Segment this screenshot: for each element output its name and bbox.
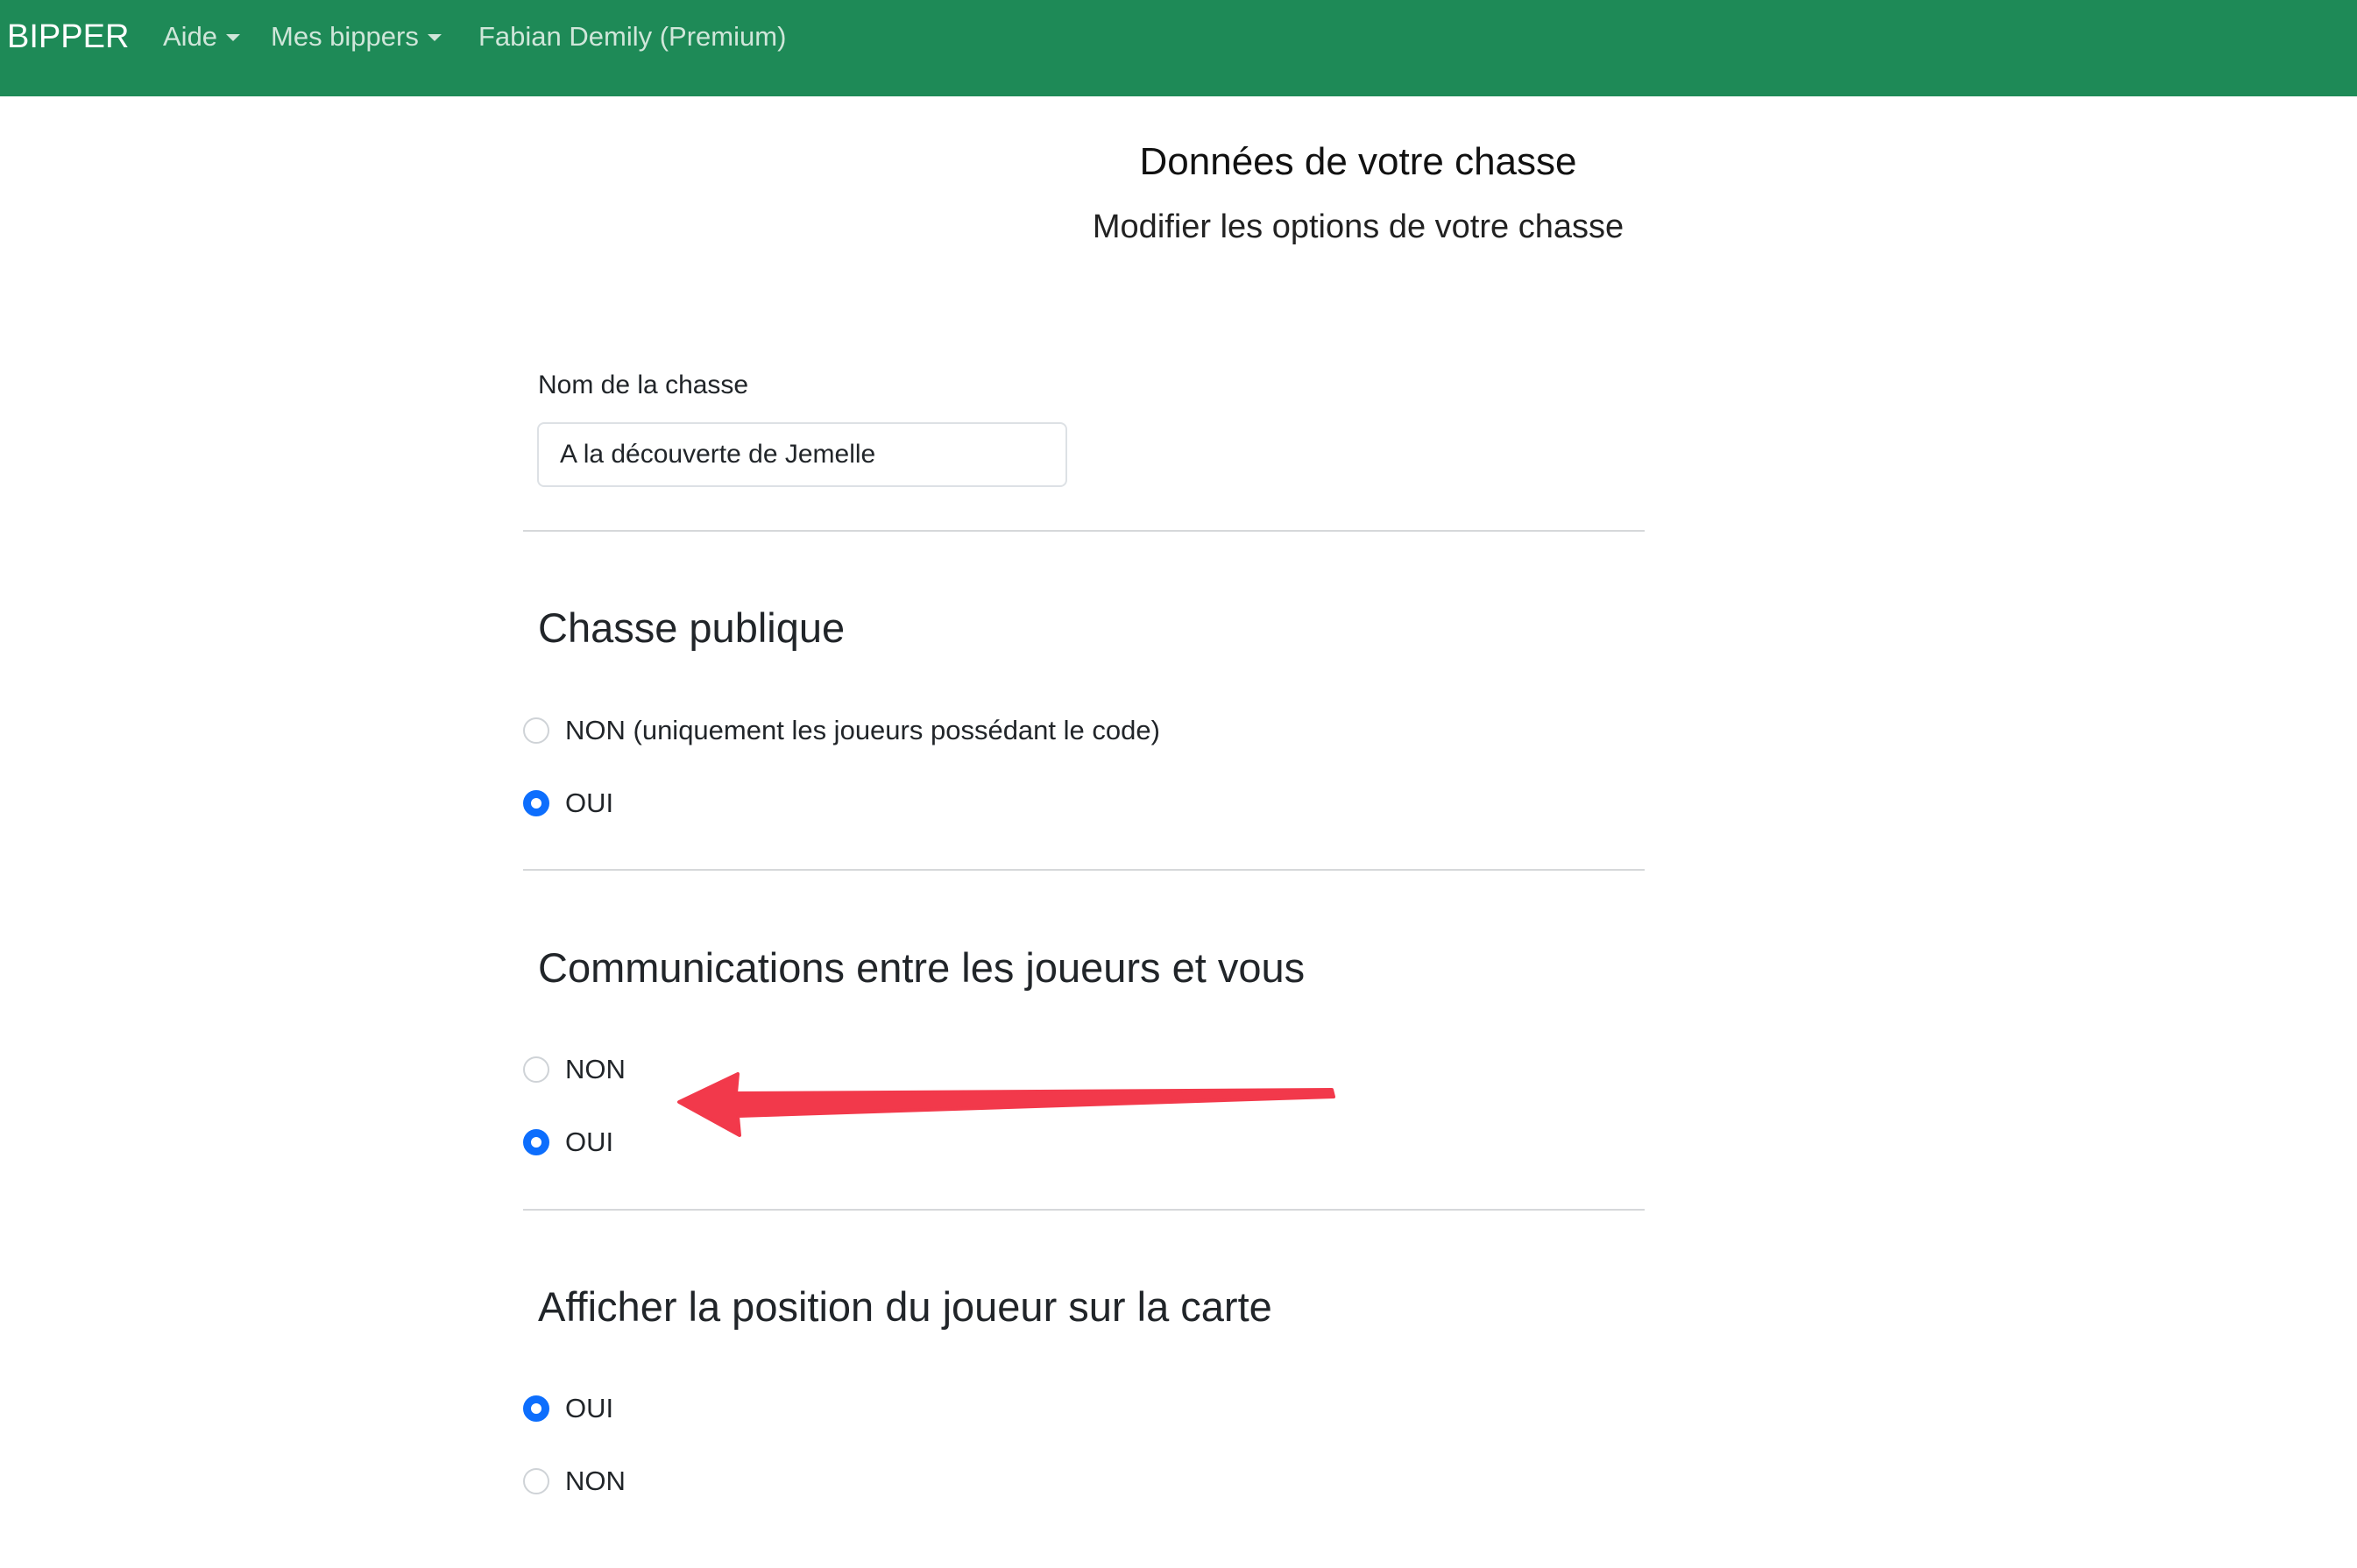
top-navbar: BIPPER Aide Mes bippers Fabian Demily (P…: [0, 0, 2357, 96]
radio-label: NON: [565, 1054, 626, 1084]
radio-position-oui[interactable]: OUI: [523, 1391, 613, 1426]
nav-mes-bippers-label: Mes bippers: [271, 21, 419, 52]
nav-user-label: Fabian Demily (Premium): [478, 21, 787, 52]
radio-label: OUI: [565, 788, 614, 818]
radio-button-checked[interactable]: [523, 1395, 549, 1422]
section-title-communications: Communications entre les joueurs et vous: [538, 944, 1306, 991]
caret-down-icon: [427, 34, 442, 41]
radio-position-non[interactable]: NON: [523, 1464, 626, 1499]
hunt-name-input[interactable]: [537, 422, 1067, 487]
section-divider: [523, 869, 1645, 871]
nav-user-link[interactable]: Fabian Demily (Premium): [478, 19, 786, 54]
brand-logo[interactable]: BIPPER: [7, 18, 129, 56]
radio-communications-non[interactable]: NON: [523, 1052, 626, 1087]
radio-public-non[interactable]: NON (uniquement les joueurs possédant le…: [523, 713, 1160, 748]
radio-button[interactable]: [523, 1056, 549, 1083]
radio-label: OUI: [565, 1127, 614, 1157]
section-divider: [523, 1209, 1645, 1211]
radio-button-checked[interactable]: [523, 1129, 549, 1155]
page-subtitle: Modifier les options de votre chasse: [1092, 208, 1624, 245]
caret-down-icon: [226, 34, 241, 41]
radio-button[interactable]: [523, 717, 549, 744]
radio-communications-oui[interactable]: OUI: [523, 1125, 613, 1160]
radio-button-checked[interactable]: [523, 790, 549, 816]
section-divider: [523, 530, 1645, 532]
radio-button[interactable]: [523, 1468, 549, 1494]
arrow-left-icon: [677, 1072, 1335, 1137]
radio-label: OUI: [565, 1393, 614, 1423]
hunt-name-label: Nom de la chasse: [538, 371, 749, 399]
radio-public-oui[interactable]: OUI: [523, 786, 613, 821]
radio-label: NON: [565, 1466, 626, 1496]
section-title-public: Chasse publique: [538, 604, 846, 651]
nav-aide-dropdown[interactable]: Aide: [163, 19, 241, 54]
nav-aide-label: Aide: [163, 21, 218, 52]
nav-mes-bippers-dropdown[interactable]: Mes bippers: [271, 19, 442, 54]
radio-label: NON (uniquement les joueurs possédant le…: [565, 715, 1160, 745]
page-title: Données de votre chasse: [1139, 140, 1577, 183]
section-title-player-position: Afficher la position du joueur sur la ca…: [538, 1283, 1272, 1330]
